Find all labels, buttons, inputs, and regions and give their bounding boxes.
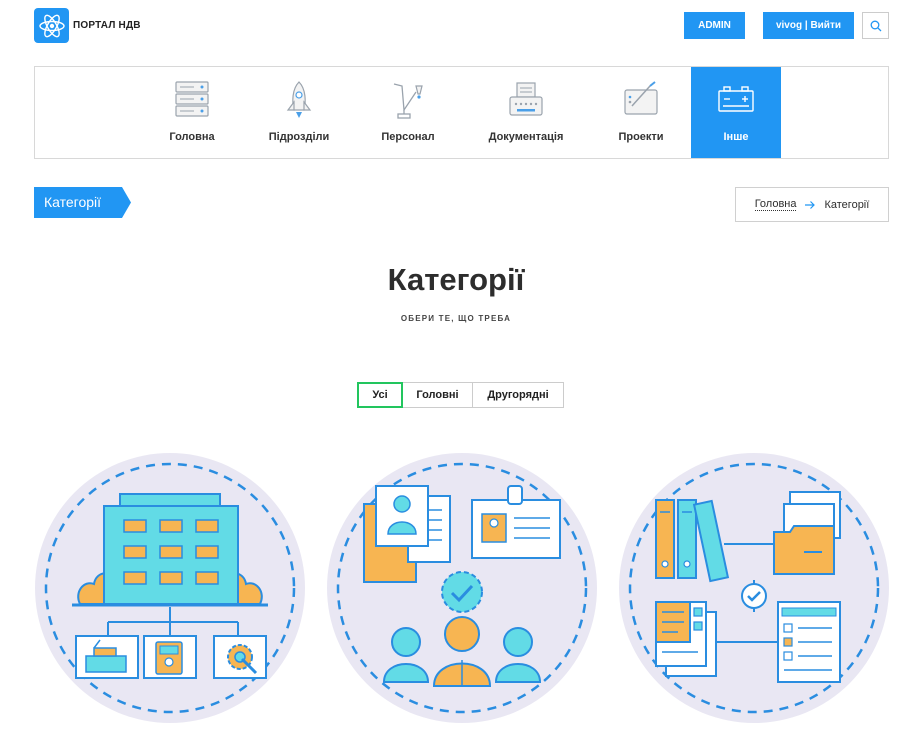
category-card-structure[interactable] — [34, 452, 306, 724]
breadcrumb-home-link[interactable]: Головна — [754, 198, 797, 211]
lamp-icon — [390, 79, 426, 121]
breadcrumb-current: Категорії — [824, 198, 870, 211]
nav-item-documentation[interactable]: Документація — [481, 67, 571, 158]
nav-label: Підрозділи — [268, 131, 330, 143]
organization-structure-icon — [35, 453, 305, 723]
arrow-right-icon — [805, 200, 816, 209]
nav-item-departments[interactable]: Підрозділи — [254, 67, 344, 158]
drawing-tablet-icon — [622, 79, 660, 121]
search-button[interactable] — [862, 12, 889, 39]
nav-label: Інше — [723, 131, 749, 143]
nav-item-personnel[interactable]: Персонал — [363, 67, 453, 158]
filter-all[interactable]: Усі — [357, 382, 403, 408]
page-subtitle: ОБЕРИ ТЕ, ЩО ТРЕБА — [400, 314, 512, 323]
rocket-icon — [284, 79, 314, 121]
admin-button[interactable]: ADMIN — [684, 12, 745, 39]
nav-item-home[interactable]: Головна — [147, 67, 237, 158]
typewriter-icon — [507, 79, 545, 121]
filter-main[interactable]: Головні — [402, 382, 473, 408]
server-icon — [174, 79, 210, 121]
nav-label: Документація — [488, 131, 564, 143]
category-filters: Усі Головні Другорядні — [357, 382, 564, 408]
nav-label: Персонал — [381, 131, 435, 143]
page-tag-label: Категорії — [44, 194, 102, 210]
page-title: Категорії — [387, 262, 525, 297]
battery-icon — [717, 79, 755, 121]
search-icon — [870, 20, 881, 31]
main-nav: Головна Підрозділи Персонал Документація… — [34, 66, 889, 159]
personnel-team-icon — [327, 453, 597, 723]
user-logout-button[interactable]: vivog | Вийти — [763, 12, 854, 39]
filter-secondary[interactable]: Другорядні — [472, 382, 564, 408]
breadcrumb: Головна Категорії — [735, 187, 889, 222]
nav-item-other[interactable]: Інше — [691, 67, 781, 158]
nav-label: Головна — [169, 131, 215, 143]
category-card-documents[interactable] — [618, 452, 890, 724]
logo-text: ПОРТАЛ НДВ — [73, 20, 141, 31]
category-card-personnel[interactable] — [326, 452, 598, 724]
documents-folders-icon — [619, 453, 889, 723]
nav-label: Проекти — [618, 131, 664, 143]
nav-item-projects[interactable]: Проекти — [596, 67, 686, 158]
atom-icon — [34, 8, 69, 43]
logo[interactable]: ПОРТАЛ НДВ — [34, 8, 141, 43]
